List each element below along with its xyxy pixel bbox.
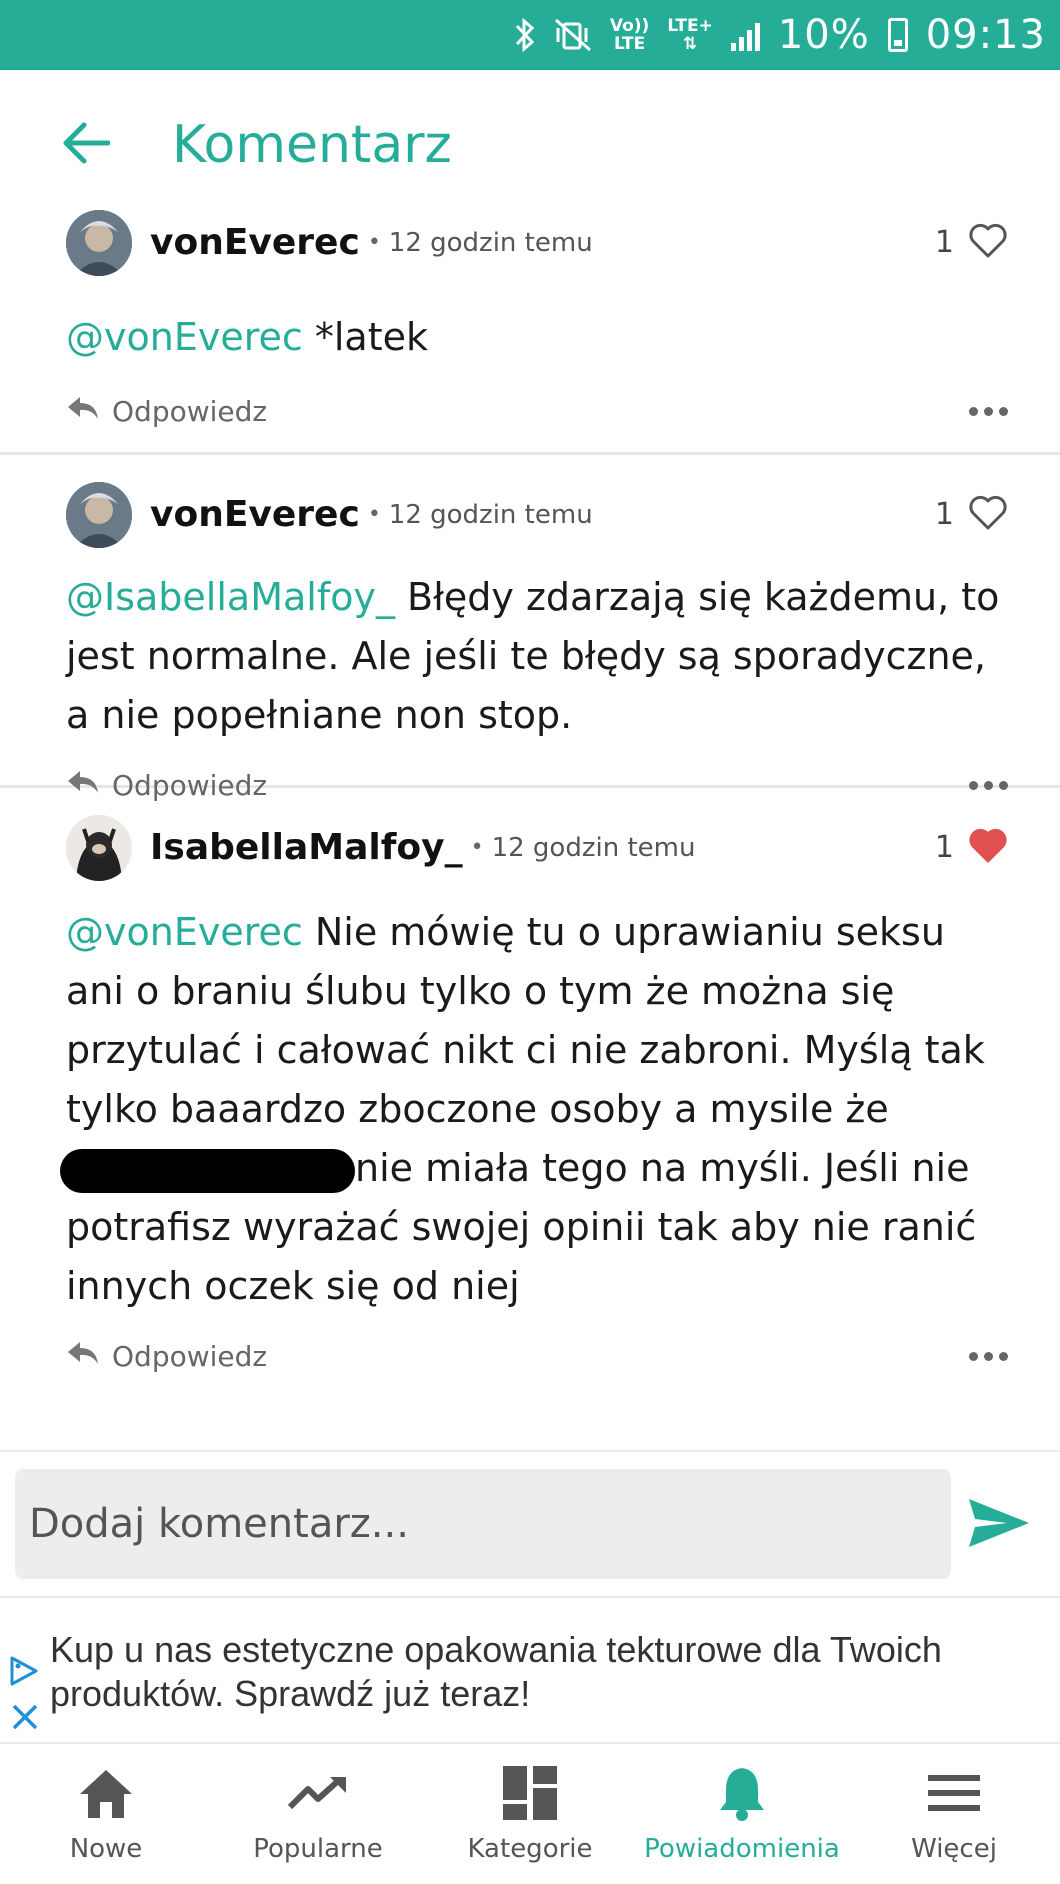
send-icon (967, 1497, 1031, 1553)
comment-username[interactable]: IsabellaMalfoy_ (150, 827, 463, 868)
volte-indicator: Vo)) LTE (610, 17, 649, 53)
nav-label: Kategorie (467, 1834, 593, 1864)
nav-label: Nowe (69, 1834, 143, 1864)
comment-time: 12 godzin temu (388, 499, 593, 530)
comment-text: @vonEverec Nie mówię tu o uprawianiu sek… (60, 903, 1008, 1316)
lte-plus-indicator: LTE+ ⇅ (667, 17, 712, 53)
like-control: 1 (935, 495, 1008, 535)
arrow-left-icon (60, 121, 111, 169)
clock: 09:13 (925, 12, 1046, 58)
bluetooth-icon (514, 17, 536, 53)
comment-header: vonEverec • 12 godzin temu 1 (66, 205, 1008, 280)
reply-icon (66, 395, 100, 428)
ad-text[interactable]: Kup u nas estetyczne opakowania tekturow… (50, 1628, 1010, 1716)
reply-icon (66, 1340, 100, 1373)
like-control: 1 (935, 223, 1008, 263)
nav-label: Popularne (253, 1834, 383, 1864)
comment-text: @vonEverec *latek (66, 308, 1008, 367)
nav-item-wiecej[interactable]: Więcej (848, 1744, 1060, 1884)
avatar[interactable] (66, 814, 132, 881)
app-header: Komentarz (0, 70, 1060, 220)
avatar[interactable] (66, 209, 132, 276)
trending-icon (286, 1762, 350, 1824)
comment-input[interactable] (15, 1469, 951, 1579)
heart-filled-icon[interactable] (968, 828, 1008, 868)
send-button[interactable] (962, 1488, 1036, 1562)
comment-header: IsabellaMalfoy_ • 12 godzin temu 1 (66, 810, 1008, 885)
nav-item-kategorie[interactable]: Kategorie (424, 1744, 636, 1884)
battery-icon (887, 18, 908, 52)
nav-item-nowe[interactable]: Nowe (0, 1744, 212, 1884)
comment-item: vonEverec • 12 godzin temu 1 @vonEverec … (0, 205, 1060, 455)
add-comment-bar (0, 1450, 1060, 1592)
battery-percent: 10% (777, 12, 870, 58)
bottom-nav: Nowe Popularne Kategorie Powiadomienia W… (0, 1744, 1060, 1884)
comment-time: 12 godzin temu (491, 832, 696, 863)
back-button[interactable] (40, 100, 130, 190)
comment-item: IsabellaMalfoy_ • 12 godzin temu 1 @vonE… (0, 788, 1060, 1396)
mention-link[interactable]: @IsabellaMalfoy_ (66, 575, 395, 619)
comment-list[interactable]: vonEverec • 12 godzin temu 1 @vonEverec … (0, 205, 1060, 1450)
comment-footer: Odpowiedz (66, 1316, 1008, 1396)
like-count: 1 (934, 497, 954, 532)
comment-footer: Odpowiedz (66, 371, 1008, 451)
redacted-mark (60, 1148, 355, 1193)
categories-icon (501, 1762, 559, 1824)
nav-label: Powiadomienia (644, 1834, 840, 1864)
close-icon[interactable] (10, 1702, 40, 1736)
bell-icon (716, 1762, 768, 1824)
comment-username[interactable]: vonEverec (150, 222, 360, 263)
mention-link[interactable]: @vonEverec (66, 315, 303, 359)
mention-link[interactable]: @vonEverec (66, 910, 303, 954)
ad-banner[interactable]: Kup u nas estetyczne opakowania tekturow… (0, 1596, 1060, 1744)
heart-icon[interactable] (968, 223, 1008, 263)
data-arrows-icon: ⇅ (682, 34, 698, 54)
comment-item: vonEverec • 12 godzin temu 1 @IsabellaMa… (0, 455, 1060, 802)
comment-username[interactable]: vonEverec (150, 494, 360, 535)
like-count: 1 (934, 830, 954, 865)
comment-header: vonEverec • 12 godzin temu 1 (66, 477, 1008, 552)
heart-icon[interactable] (968, 495, 1008, 535)
separator-dot: • (470, 835, 484, 860)
like-control: 1 (935, 828, 1008, 868)
reply-button[interactable]: Odpowiedz (66, 395, 267, 428)
home-icon (76, 1762, 136, 1824)
comment-body: *latek (302, 315, 428, 359)
adchoices-icon[interactable] (8, 1654, 40, 1692)
avatar[interactable] (66, 481, 132, 548)
reply-button[interactable]: Odpowiedz (66, 1340, 267, 1373)
status-bar: Vo)) LTE LTE+ ⇅ 10% 09:13 (0, 0, 1060, 70)
nav-item-popularne[interactable]: Popularne (212, 1744, 424, 1884)
volte-text: Vo)) (609, 16, 650, 36)
separator-dot: • (367, 230, 381, 255)
nav-item-powiadomienia[interactable]: Powiadomienia (636, 1744, 848, 1884)
reply-label: Odpowiedz (112, 1339, 268, 1373)
lte-plus-text: LTE+ (667, 16, 713, 36)
more-options-button[interactable] (969, 406, 1008, 416)
vibrate-mute-icon (554, 18, 592, 52)
page-title: Komentarz (172, 115, 452, 175)
menu-icon (926, 1762, 982, 1824)
more-options-button[interactable] (969, 1351, 1008, 1361)
comment-text: @IsabellaMalfoy_ Błędy zdarzają się każd… (66, 568, 1008, 745)
separator-dot: • (367, 502, 381, 527)
comment-time: 12 godzin temu (388, 227, 593, 258)
nav-label: Więcej (911, 1834, 997, 1864)
reply-label: Odpowiedz (112, 394, 268, 428)
lte-text: LTE (613, 34, 646, 54)
like-count: 1 (934, 225, 954, 260)
signal-icon (730, 19, 760, 51)
